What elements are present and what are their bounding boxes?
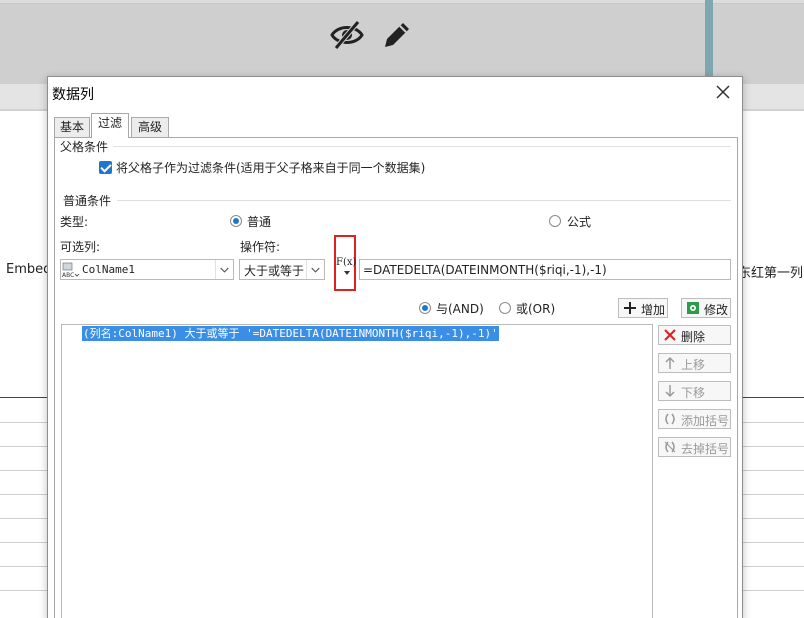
logic-and-radio[interactable] [419, 302, 431, 314]
move-up-button[interactable]: 上移 [658, 353, 731, 373]
tab-filter[interactable]: 过滤 [91, 113, 129, 138]
formula-editor-button[interactable]: F(x) [334, 235, 356, 291]
dropdown-arrow-icon [344, 271, 350, 275]
add-bracket-button-label: 添加括号 [681, 414, 730, 428]
chevron-down-icon[interactable] [306, 260, 324, 279]
chevron-down-icon[interactable] [215, 260, 233, 279]
red-x-icon [664, 329, 676, 341]
arrow-up-icon [665, 356, 675, 369]
delete-button-label: 删除 [681, 330, 706, 344]
logic-and-label: 与(AND) [436, 302, 484, 316]
svg-text:ABC: ABC [62, 272, 74, 279]
arrow-down-icon [665, 385, 675, 398]
operator-select-value: 大于或等于 [244, 264, 305, 278]
column-marker [705, 0, 713, 78]
add-button-label: 增加 [641, 303, 666, 317]
remove-bracket-button-label: 去掉括号 [681, 442, 730, 456]
section-divider [113, 146, 731, 147]
dialog-title: 数据列 [52, 87, 94, 103]
parent-condition-checkbox[interactable] [99, 161, 112, 174]
type-label: 类型: [60, 215, 89, 229]
column-select[interactable]: ABC ColName1 [60, 259, 234, 280]
move-down-button[interactable]: 下移 [658, 381, 731, 401]
logic-or-radio[interactable] [499, 302, 511, 314]
condition-row[interactable]: (列名:ColName1) 大于或等于 '=DATEDELTA(DATEINMO… [82, 326, 499, 341]
move-up-button-label: 上移 [681, 358, 706, 372]
fx-icon: F(x) [336, 257, 357, 268]
data-column-dialog: 数据列 基本 过滤 高级 父格条件 将父格子作为过滤条件(适用于父子格来自于同一… [47, 76, 743, 618]
type-formula-radio[interactable] [549, 215, 561, 227]
operator-label: 操作符: [240, 240, 281, 254]
logic-or-label: 或(OR) [516, 302, 556, 316]
operator-select[interactable]: 大于或等于 [239, 259, 325, 280]
modify-button-label: 修改 [704, 303, 729, 317]
tab-basic[interactable]: 基本 [54, 117, 90, 137]
abc-field-icon: ABC [62, 262, 80, 279]
condition-list[interactable]: (列名:ColName1) 大于或等于 '=DATEDELTA(DATEINMO… [61, 324, 653, 618]
type-normal-radio[interactable] [230, 215, 242, 227]
parent-condition-title: 父格条件 [60, 140, 109, 154]
section-divider [117, 200, 731, 201]
add-bracket-button[interactable]: 添加括号 [658, 409, 731, 429]
edit-gear-icon [687, 302, 699, 314]
tab-advanced[interactable]: 高级 [131, 117, 169, 137]
modify-button[interactable]: 修改 [681, 298, 731, 318]
move-down-button-label: 下移 [681, 386, 706, 400]
type-normal-label: 普通 [247, 215, 272, 229]
parent-condition-label: 将父格子作为过滤条件(适用于父子格来自于同一个数据集) [116, 161, 426, 175]
filter-panel: 父格条件 将父格子作为过滤条件(适用于父子格来自于同一个数据集) 普通条件 类型… [54, 137, 738, 618]
column-label: 可选列: [60, 240, 101, 254]
pencil-icon[interactable] [380, 18, 414, 52]
brackets-icon [665, 413, 675, 425]
delete-button[interactable]: 删除 [658, 325, 731, 345]
close-icon[interactable] [714, 83, 732, 101]
add-button[interactable]: 增加 [618, 298, 668, 318]
type-formula-label: 公式 [567, 215, 592, 229]
remove-brackets-icon [664, 441, 676, 453]
remove-bracket-button[interactable]: 去掉括号 [658, 437, 731, 457]
hide-eye-icon[interactable] [330, 18, 364, 52]
normal-condition-title: 普通条件 [63, 194, 112, 208]
cell-text-right: 东红第一列 [738, 266, 804, 281]
plus-icon [624, 302, 636, 314]
formula-input[interactable]: =DATEDELTA(DATEINMONTH($riqi,-1),-1) [359, 259, 731, 280]
formula-input-value: =DATEDELTA(DATEINMONTH($riqi,-1),-1) [363, 263, 607, 277]
column-select-value: ColName1 [82, 263, 135, 276]
